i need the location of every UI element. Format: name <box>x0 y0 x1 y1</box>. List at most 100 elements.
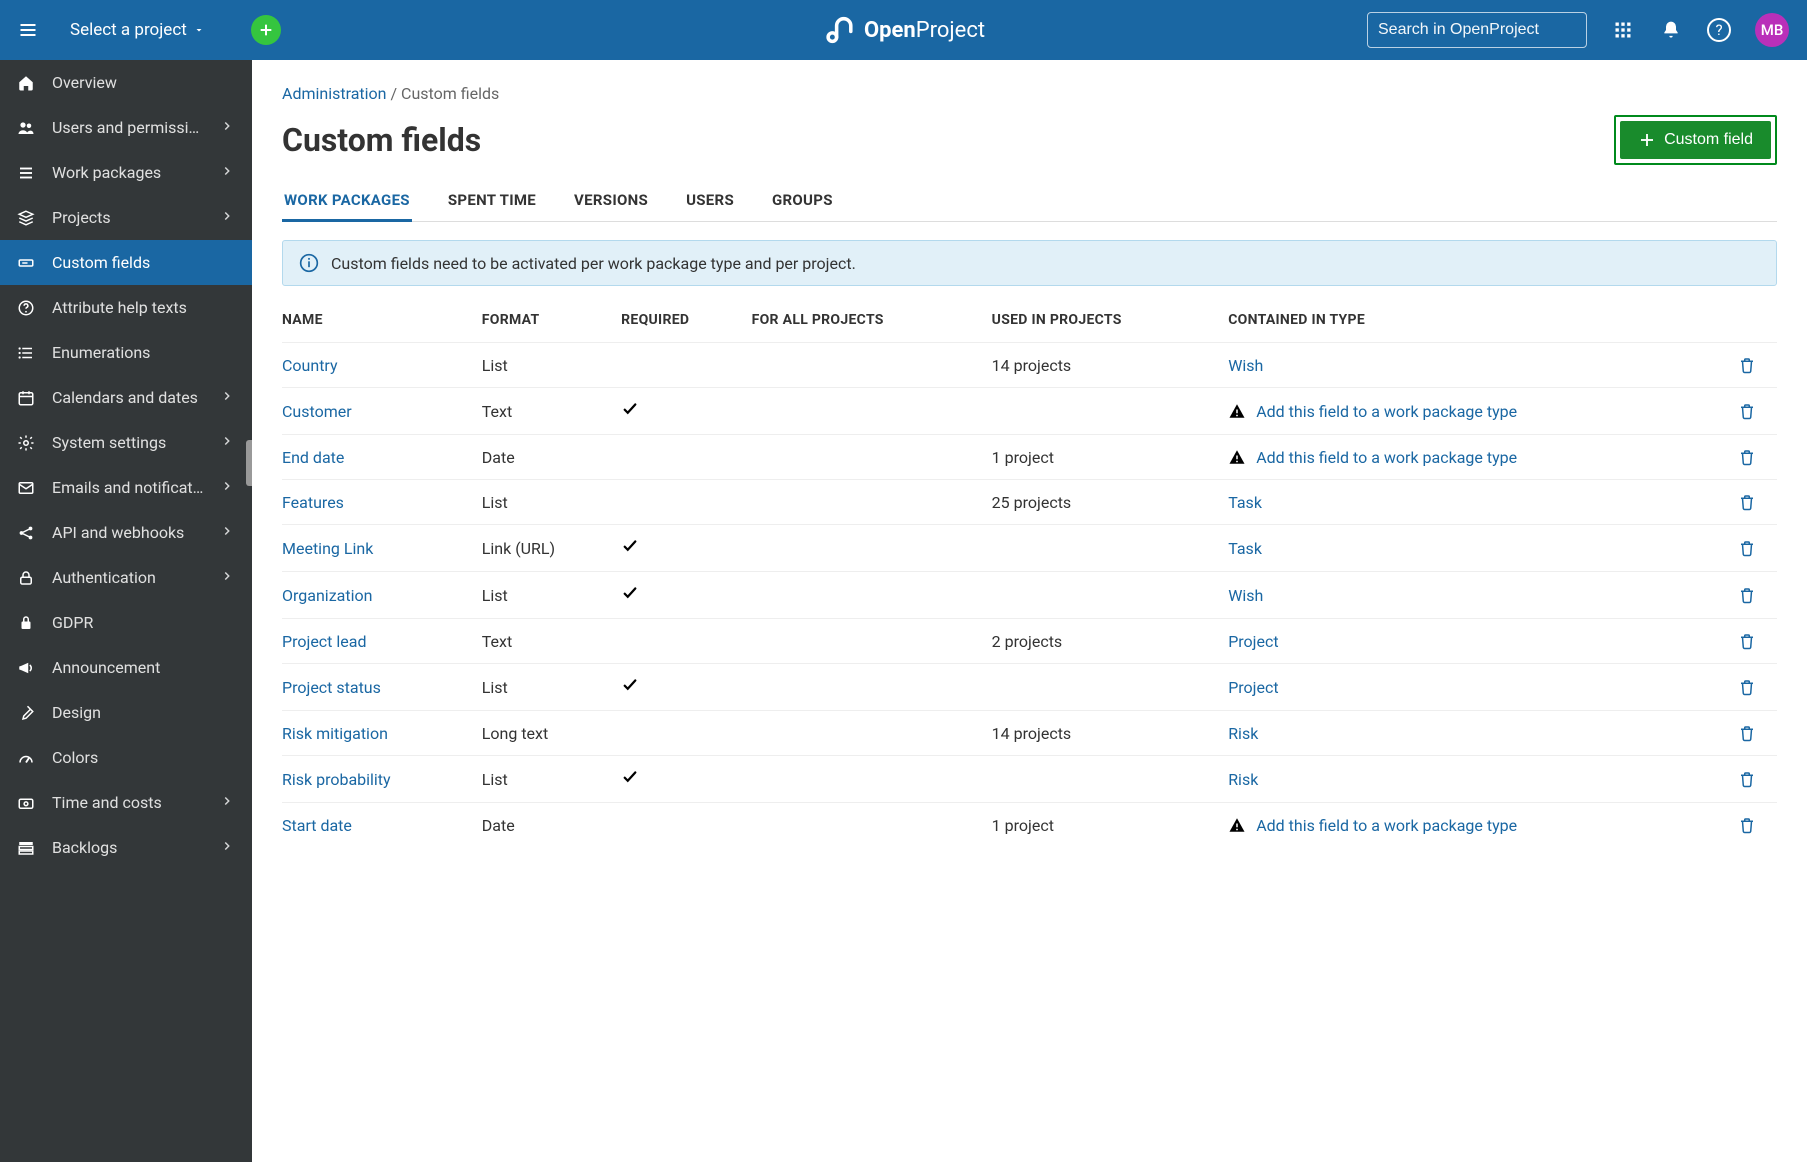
tab-spent-time[interactable]: Spent time <box>446 181 538 221</box>
table-row: Risk probabilityListRisk <box>282 756 1777 803</box>
cf-used-in <box>992 525 1229 572</box>
sidebar-item-system-settings[interactable]: System settings <box>0 420 252 465</box>
cf-name-link[interactable]: Project lead <box>282 632 366 651</box>
cf-name-link[interactable]: Customer <box>282 402 352 421</box>
cf-name-link[interactable]: Risk mitigation <box>282 724 388 743</box>
delete-button[interactable] <box>1737 538 1757 558</box>
sidebar-item-label: Announcement <box>52 658 236 677</box>
delete-button[interactable] <box>1737 769 1757 789</box>
grid-icon <box>1613 20 1633 40</box>
sidebar-item-announcement[interactable]: Announcement <box>0 645 252 690</box>
delete-button[interactable] <box>1737 585 1757 605</box>
type-link[interactable]: Project <box>1228 678 1278 697</box>
new-quick-button[interactable] <box>251 15 281 45</box>
type-link[interactable]: Wish <box>1228 586 1263 605</box>
add-type-link[interactable]: Add this field to a work package type <box>1256 816 1517 835</box>
cf-name-link[interactable]: Organization <box>282 586 372 605</box>
delete-button[interactable] <box>1737 677 1757 697</box>
table-row: CustomerTextAdd this field to a work pac… <box>282 388 1777 435</box>
project-selector[interactable]: Select a project <box>60 14 215 46</box>
delete-button[interactable] <box>1737 447 1757 467</box>
cf-format: List <box>482 343 621 388</box>
cf-name-link[interactable]: Project status <box>282 678 381 697</box>
add-type-link[interactable]: Add this field to a work package type <box>1256 448 1517 467</box>
delete-button[interactable] <box>1737 355 1757 375</box>
new-custom-field-button[interactable]: Custom field <box>1620 121 1771 159</box>
th-format[interactable]: FORMAT <box>482 302 621 343</box>
tab-groups[interactable]: Groups <box>770 181 835 221</box>
sidebar-resizer[interactable] <box>246 440 252 486</box>
menu-icon <box>18 20 38 40</box>
sidebar-item-label: Emails and notificat… <box>52 478 204 497</box>
table-row: Start dateDate1 projectAdd this field to… <box>282 803 1777 848</box>
chevron-right-icon <box>220 838 236 857</box>
sidebar-item-authentication[interactable]: Authentication <box>0 555 252 600</box>
th-contained[interactable]: CONTAINED IN TYPE <box>1228 302 1737 343</box>
delete-button[interactable] <box>1737 723 1757 743</box>
mail-icon <box>16 478 36 498</box>
sidebar-item-custom-fields[interactable]: Custom fields <box>0 240 252 285</box>
tab-work-packages[interactable]: Work packages <box>282 181 412 222</box>
type-link[interactable]: Task <box>1228 539 1262 558</box>
th-for-all[interactable]: FOR ALL PROJECTS <box>752 302 992 343</box>
brand-text: OpenProject <box>864 18 985 43</box>
cf-name-link[interactable]: End date <box>282 448 344 467</box>
cf-name-link[interactable]: Start date <box>282 816 352 835</box>
th-used-in[interactable]: USED IN PROJECTS <box>992 302 1229 343</box>
cf-name-link[interactable]: Country <box>282 356 338 375</box>
modules-button[interactable] <box>1611 18 1635 42</box>
th-required[interactable]: REQUIRED <box>621 302 752 343</box>
cf-name-link[interactable]: Meeting Link <box>282 539 373 558</box>
table-row: Project leadText2 projectsProject <box>282 619 1777 664</box>
sidebar-item-design[interactable]: Design <box>0 690 252 735</box>
sidebar-item-calendars-and-dates[interactable]: Calendars and dates <box>0 375 252 420</box>
tab-users[interactable]: Users <box>684 181 736 221</box>
type-link[interactable]: Risk <box>1228 724 1258 743</box>
brand-logo[interactable]: OpenProject <box>822 13 985 47</box>
sidebar-item-api-and-webhooks[interactable]: API and webhooks <box>0 510 252 555</box>
delete-button[interactable] <box>1737 815 1757 835</box>
cf-format: Link (URL) <box>482 525 621 572</box>
cf-used-in: 14 projects <box>992 343 1229 388</box>
type-link[interactable]: Risk <box>1228 770 1258 789</box>
tab-versions[interactable]: Versions <box>572 181 650 221</box>
type-link[interactable]: Project <box>1228 632 1278 651</box>
sidebar-item-label: Authentication <box>52 568 204 587</box>
add-type-link[interactable]: Add this field to a work package type <box>1256 402 1517 421</box>
help-button[interactable]: ? <box>1707 18 1731 42</box>
breadcrumb-parent[interactable]: Administration <box>282 84 387 103</box>
cf-name-link[interactable]: Features <box>282 493 344 512</box>
sidebar-item-enumerations[interactable]: Enumerations <box>0 330 252 375</box>
sidebar-item-overview[interactable]: Overview <box>0 60 252 105</box>
sidebar-item-label: Attribute help texts <box>52 298 236 317</box>
notifications-button[interactable] <box>1659 18 1683 42</box>
sidebar-item-users-and-permissi[interactable]: Users and permissi… <box>0 105 252 150</box>
th-name[interactable]: NAME <box>282 302 482 343</box>
sidebar-item-backlogs[interactable]: Backlogs <box>0 825 252 870</box>
type-link[interactable]: Wish <box>1228 356 1263 375</box>
global-search[interactable] <box>1367 12 1587 48</box>
user-avatar[interactable]: MB <box>1755 13 1789 47</box>
gear-icon <box>16 433 36 453</box>
sidebar-item-projects[interactable]: Projects <box>0 195 252 240</box>
warning-icon <box>1228 402 1246 420</box>
delete-button[interactable] <box>1737 631 1757 651</box>
cf-used-in: 25 projects <box>992 480 1229 525</box>
sidebar-item-emails-and-notificat[interactable]: Emails and notificat… <box>0 465 252 510</box>
avatar-initials: MB <box>1761 21 1784 39</box>
type-link[interactable]: Task <box>1228 493 1262 512</box>
cf-name-link[interactable]: Risk probability <box>282 770 391 789</box>
sidebar-item-work-packages[interactable]: Work packages <box>0 150 252 195</box>
cf-format: Date <box>482 803 621 848</box>
table-row: OrganizationListWish <box>282 572 1777 619</box>
sidebar-item-colors[interactable]: Colors <box>0 735 252 780</box>
delete-button[interactable] <box>1737 492 1757 512</box>
hamburger-button[interactable] <box>10 12 46 48</box>
chevron-right-icon <box>220 163 236 182</box>
cf-format: List <box>482 480 621 525</box>
search-input[interactable] <box>1378 21 1585 39</box>
sidebar-item-gdpr[interactable]: GDPR <box>0 600 252 645</box>
sidebar-item-time-and-costs[interactable]: Time and costs <box>0 780 252 825</box>
sidebar-item-attribute-help-texts[interactable]: Attribute help texts <box>0 285 252 330</box>
delete-button[interactable] <box>1737 401 1757 421</box>
